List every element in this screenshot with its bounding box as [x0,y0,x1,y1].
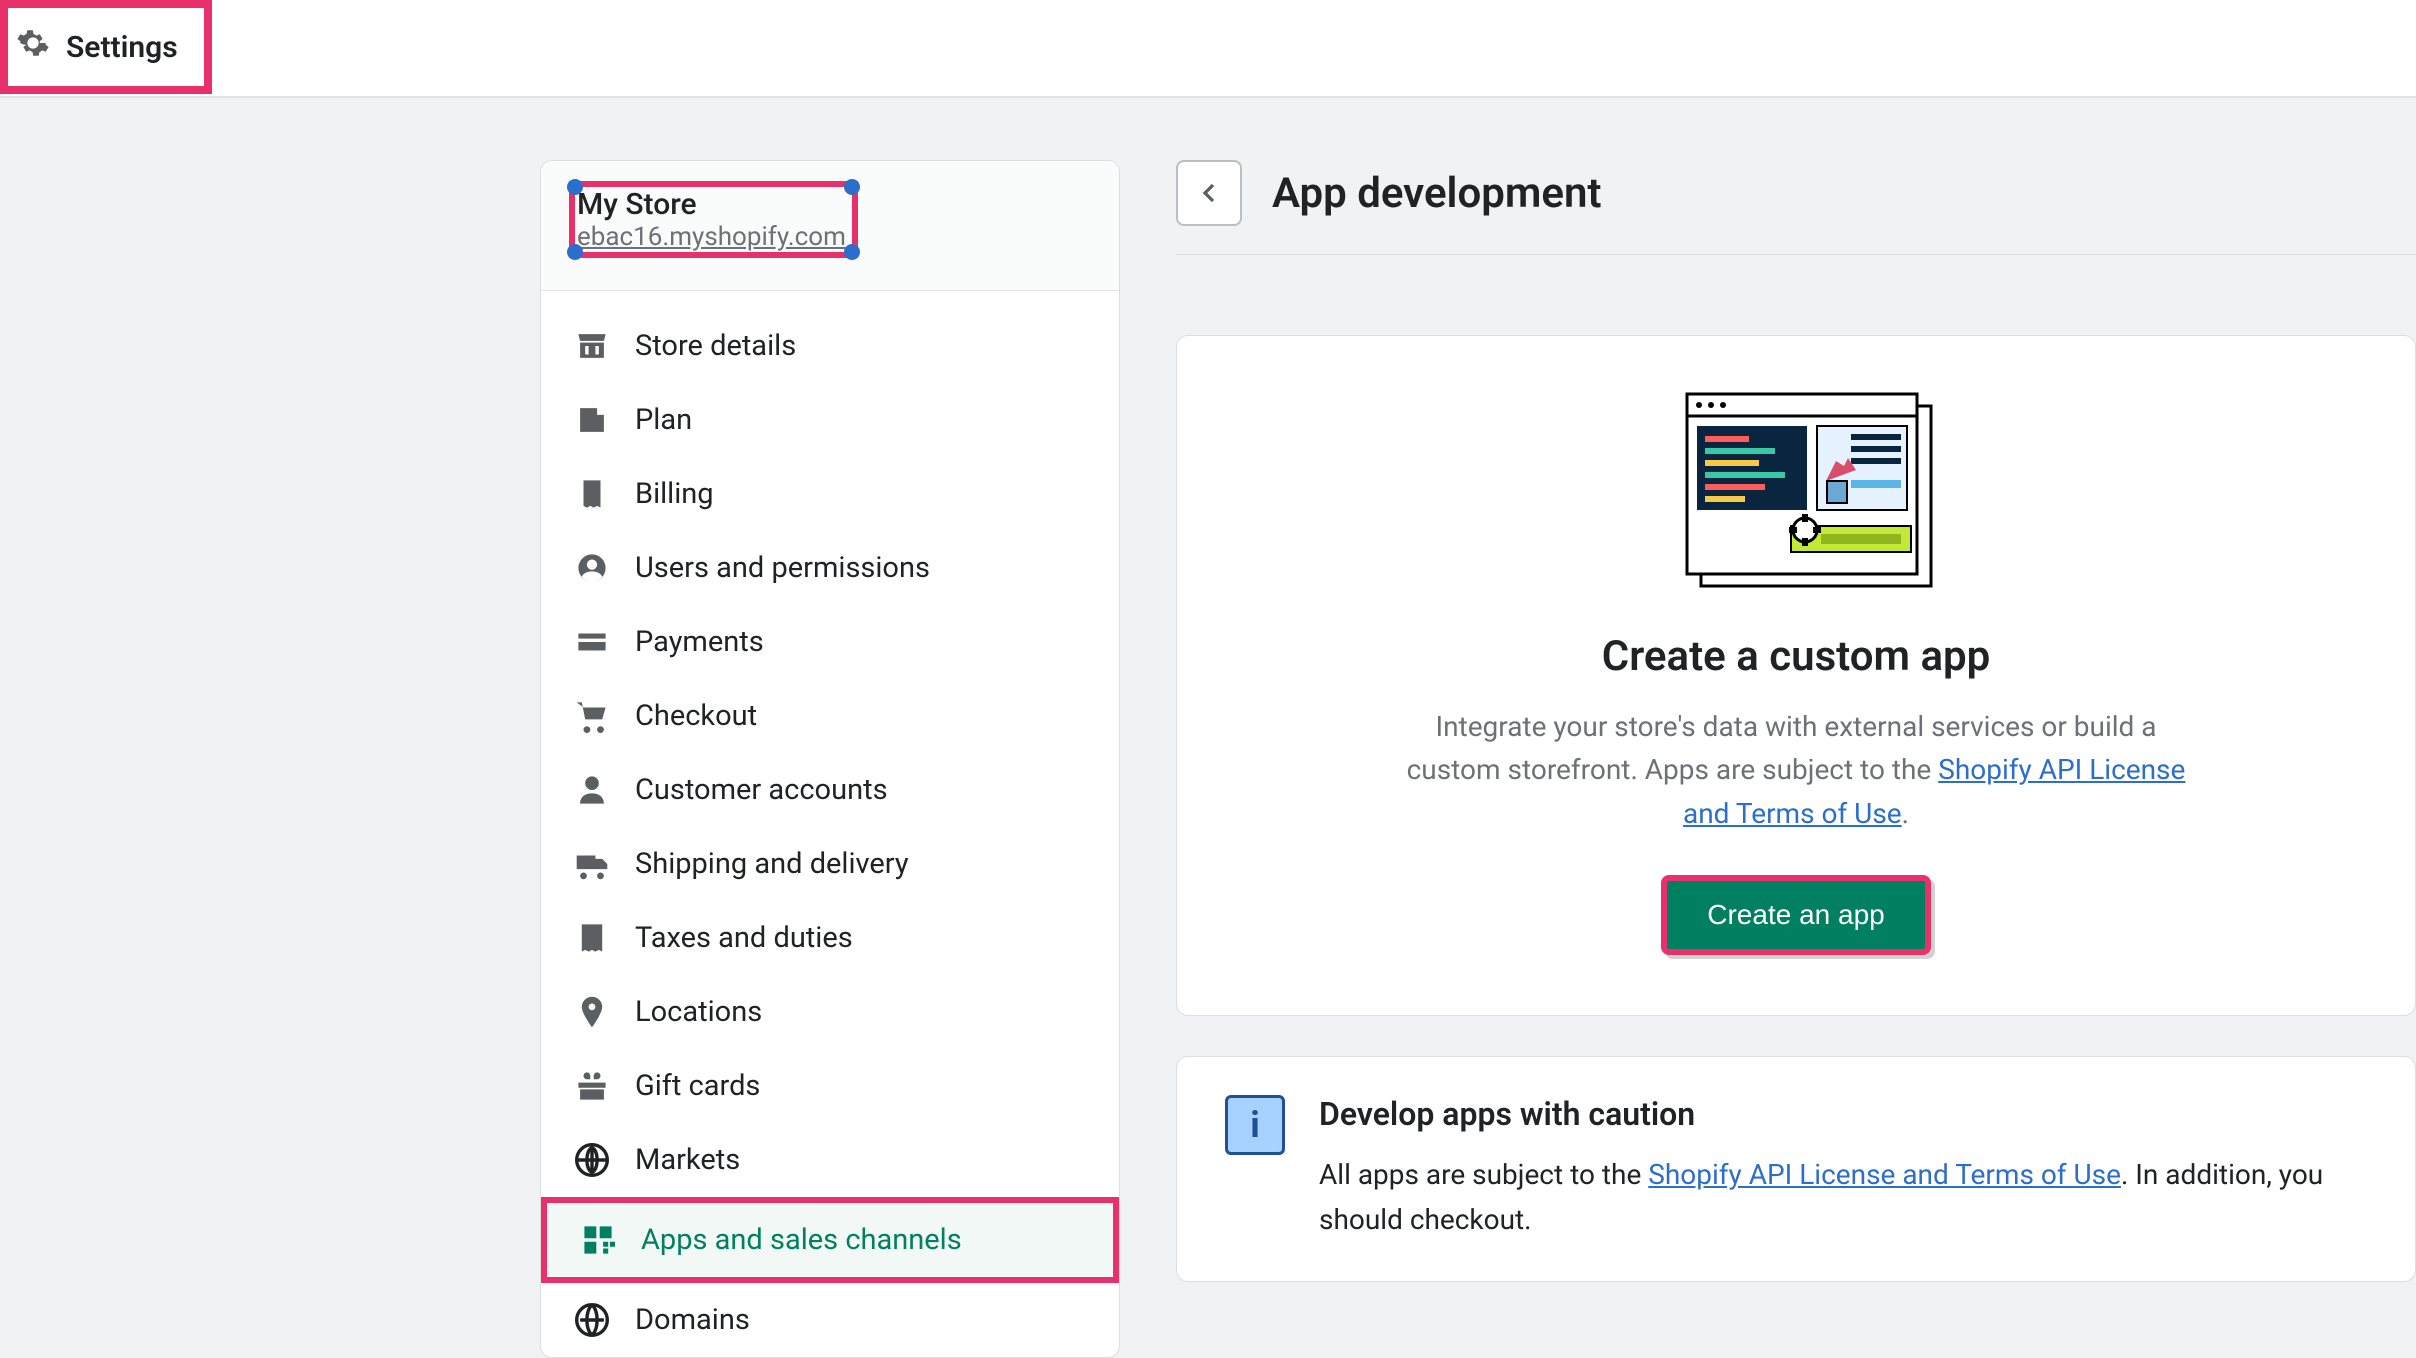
sidebar-item-label: Payments [635,625,764,659]
sidebar-item-apps[interactable]: Apps and sales channels [541,1197,1119,1283]
apps-icon [581,1223,615,1257]
topbar: Settings [0,0,2416,98]
sidebar-item-payments[interactable]: Payments [541,605,1119,679]
sidebar-item-label: Store details [635,329,796,363]
card-icon [575,625,609,659]
sidebar-item-customer-accounts[interactable]: Customer accounts [541,753,1119,827]
storefront-icon [575,329,609,363]
sidebar-item-label: Gift cards [635,1069,760,1103]
sidebar-item-label: Checkout [635,699,757,733]
sidebar-item-shipping[interactable]: Shipping and delivery [541,827,1119,901]
settings-nav: Store details Plan Billing Users and permis… [541,291,1119,1357]
store-name: My Store [577,187,846,222]
globe-icon [575,1303,609,1337]
settings-label: Settings [66,30,178,65]
sidebar-item-label: Locations [635,995,762,1029]
empty-state-desc: Integrate your store's data with externa… [1406,705,2186,835]
pin-icon [575,995,609,1029]
app-illustration [1641,386,1951,606]
sidebar-item-locations[interactable]: Locations [541,975,1119,1049]
empty-state-card: Create a custom app Integrate your store… [1176,335,2416,1016]
billing-icon [575,477,609,511]
gift-icon [575,1069,609,1103]
person-circle-icon [575,551,609,585]
truck-icon [575,847,609,881]
sidebar-item-billing[interactable]: Billing [541,457,1119,531]
caution-card: i Develop apps with caution All apps are… [1176,1056,2416,1282]
gear-icon [16,26,50,68]
api-license-link-2[interactable]: Shopify API License and Terms of Use [1648,1158,2121,1191]
sidebar-item-label: Customer accounts [635,773,888,807]
settings-sidebar: My Store ebac16.myshopify.com Store deta… [540,160,1120,1358]
main-content: App development [1176,160,2416,1358]
create-app-button[interactable]: Create an app [1661,875,1930,955]
caution-title: Develop apps with caution [1319,1095,2367,1133]
receipt-icon [575,921,609,955]
sidebar-item-users[interactable]: Users and permissions [541,531,1119,605]
sidebar-item-label: Plan [635,403,692,437]
globe-grid-icon [575,1143,609,1177]
sidebar-item-label: Apps and sales channels [641,1223,962,1257]
sidebar-item-checkout[interactable]: Checkout [541,679,1119,753]
sidebar-item-taxes[interactable]: Taxes and duties [541,901,1119,975]
sidebar-item-domains[interactable]: Domains [541,1283,1119,1357]
info-icon: i [1225,1095,1285,1155]
main-header: App development [1176,160,2416,255]
sidebar-item-plan[interactable]: Plan [541,383,1119,457]
sidebar-item-label: Shipping and delivery [635,847,909,881]
sidebar-item-gift-cards[interactable]: Gift cards [541,1049,1119,1123]
sidebar-item-label: Domains [635,1303,750,1337]
plan-icon [575,403,609,437]
store-url: ebac16.myshopify.com [577,222,846,252]
settings-button[interactable]: Settings [0,0,212,94]
back-button[interactable] [1176,160,1242,226]
sidebar-item-store-details[interactable]: Store details [541,309,1119,383]
caution-text: All apps are subject to the Shopify API … [1319,1153,2367,1243]
person-icon [575,773,609,807]
sidebar-item-label: Taxes and duties [635,921,853,955]
sidebar-item-label: Markets [635,1143,740,1177]
empty-state-title: Create a custom app [1227,632,2365,681]
sidebar-item-label: Billing [635,477,714,511]
cart-icon [575,699,609,733]
store-header[interactable]: My Store ebac16.myshopify.com [541,161,1119,291]
sidebar-item-label: Users and permissions [635,551,930,585]
page-title: App development [1272,169,1602,218]
sidebar-item-markets[interactable]: Markets [541,1123,1119,1197]
